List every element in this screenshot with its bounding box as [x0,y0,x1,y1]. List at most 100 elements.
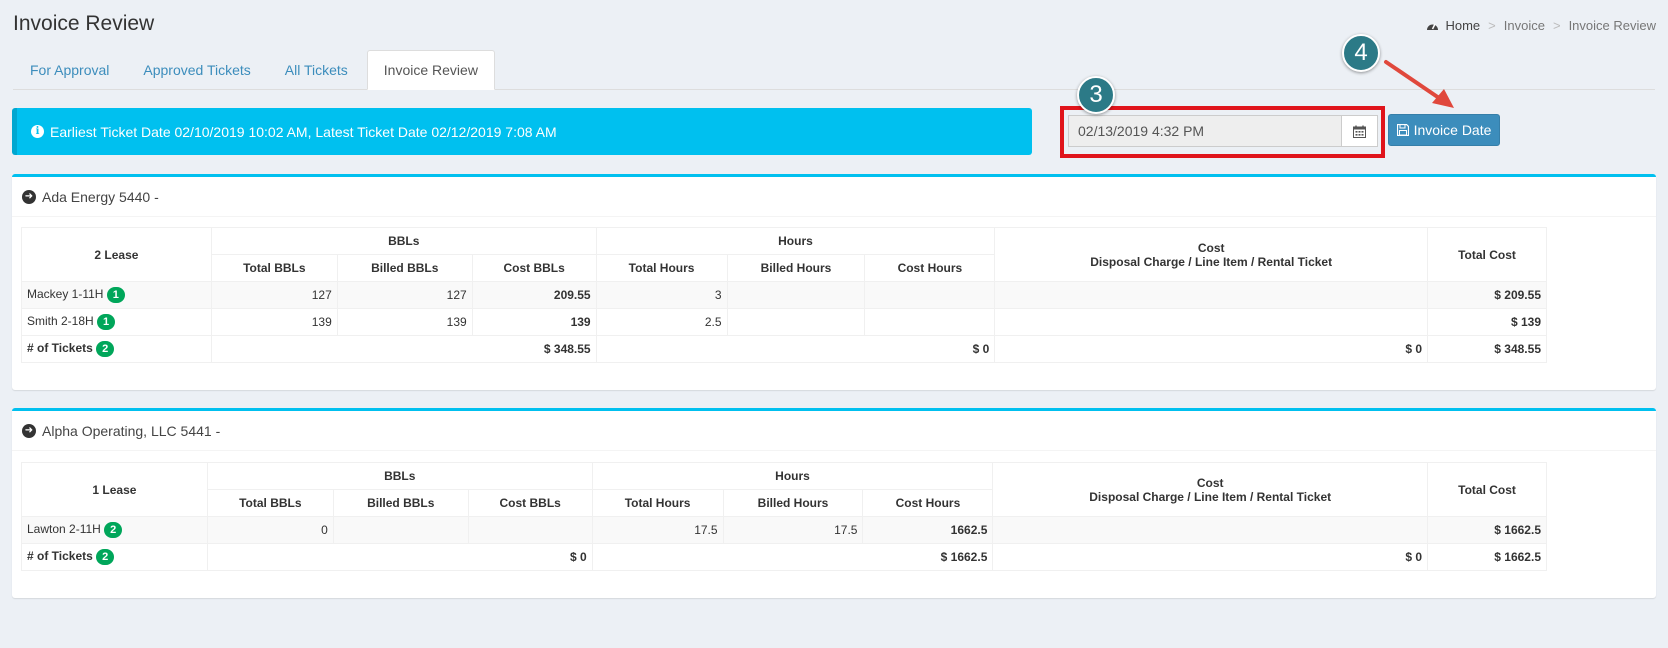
total-hours-cell: 2.5 [595,308,728,336]
lease-name[interactable]: Smith 2-18H [27,314,94,328]
hours-cost-total: $ 1662.5 [591,543,994,571]
billed-hours-header: Billed Hours [726,254,866,282]
total-hours-cell: 17.5 [591,516,724,544]
cost-total: $ 0 [994,335,1429,363]
calendar-icon [1353,125,1366,138]
tickets-total-label: # of Tickets [27,341,93,356]
breadcrumb-separator: > [1552,18,1561,33]
page-title: Invoice Review [13,12,155,35]
save-icon [1396,124,1409,136]
billed-bbls-header: Billed BBLs [336,254,473,282]
billed-bbls-cell: 139 [336,308,473,336]
cost-hours-header: Cost Hours [862,489,994,517]
tab-approved-tickets[interactable]: Approved Tickets [126,50,267,89]
lease-name[interactable]: Lawton 2-11H [27,522,101,536]
hours-group-header: Hours [595,227,996,255]
tickets-total-label: # of Tickets [27,549,93,564]
step-3-marker: 3 [1077,76,1115,114]
ticket-count-badge: 1 [106,287,125,303]
arrow-circle-right-icon: ➜ [22,423,36,438]
breadcrumb-home[interactable]: Home [1426,18,1480,33]
table-row: Mackey 1-11H 1 127 127 209.55 3 $ 209.55 [21,281,1547,309]
lease-count-header: 2 Lease [21,227,212,282]
billed-bbls-cell [332,516,469,544]
cost-hours-header: Cost Hours [864,254,996,282]
cost-header-subtitle: Disposal Charge / Line Item / Rental Tic… [1089,489,1332,504]
hours-cost-total: $ 0 [595,335,996,363]
invoice-date-picker [1068,115,1378,147]
cost-hours-cell [864,308,996,336]
breadcrumb-separator: > [1488,18,1496,33]
grand-total-cost: $ 348.55 [1427,335,1547,363]
invoice-date-button-label: Invoice Date [1413,122,1492,138]
tab-for-approval[interactable]: For Approval [13,50,126,89]
invoice-table: 2 Lease BBLs Hours Cost Disposal Charge … [21,227,1547,363]
company-panel-header[interactable]: ➜ Ada Energy 5440 - [12,177,1656,217]
total-bbls-header: Total BBLs [210,254,338,282]
breadcrumb-home-label: Home [1445,18,1481,33]
billed-bbls-header: Billed BBLs [332,489,469,517]
tickets-total-cell: # of Tickets 2 [21,335,212,363]
cost-bbls-header: Cost BBLs [467,489,593,517]
total-bbls-header: Total BBLs [206,489,334,517]
tickets-total-cell: # of Tickets 2 [21,543,208,571]
billed-bbls-cell: 127 [336,281,473,309]
total-cost-header: Total Cost [1427,227,1547,282]
invoice-date-button[interactable]: Invoice Date [1388,114,1500,146]
billed-hours-cell [726,308,866,336]
cost-bbls-cell: 139 [471,308,597,336]
cost-header-subtitle: Disposal Charge / Line Item / Rental Tic… [1090,254,1333,269]
bbls-cost-total: $ 0 [206,543,593,571]
total-hours-header: Total Hours [591,489,724,517]
total-bbls-cell: 0 [206,516,334,544]
ticket-count-badge: 2 [96,341,115,357]
step-4-marker: 4 [1342,34,1380,72]
info-icon: i [31,125,44,138]
total-cost-cell: $ 139 [1427,308,1547,336]
dashboard-icon [1427,23,1439,30]
company-panel-header[interactable]: ➜ Alpha Operating, LLC 5441 - [12,411,1656,451]
total-cost-cell: $ 1662.5 [1427,516,1547,544]
invoice-date-input[interactable] [1069,116,1341,146]
total-bbls-cell: 139 [210,308,338,336]
breadcrumb-item-invoice[interactable]: Invoice [1504,18,1545,33]
tab-all-tickets[interactable]: All Tickets [268,50,365,89]
grand-total-cost: $ 1662.5 [1427,543,1547,571]
lease-name[interactable]: Mackey 1-11H [27,287,103,301]
cost-header-title: Cost [1197,240,1225,255]
lease-count-header: 1 Lease [21,462,208,517]
total-hours-cell: 3 [595,281,728,309]
lease-cell: Smith 2-18H 1 [21,308,212,336]
cost-bbls-cell [467,516,593,544]
bbls-group-header: BBLs [210,227,597,255]
cost-cell [992,516,1429,544]
tab-invoice-review[interactable]: Invoice Review [366,50,495,90]
table-row: Smith 2-18H 1 139 139 139 2.5 $ 139 [21,308,1547,336]
breadcrumb: Home > Invoice > Invoice Review [1426,18,1656,33]
total-bbls-cell: 127 [210,281,338,309]
breadcrumb-item-invoice-review: Invoice Review [1568,18,1656,33]
ticket-count-badge: 1 [97,314,116,330]
ticket-count-badge: 2 [96,549,115,565]
cost-bbls-header: Cost BBLs [471,254,597,282]
bbls-cost-total: $ 348.55 [210,335,597,363]
invoice-table: 1 Lease BBLs Hours Cost Disposal Charge … [21,462,1547,571]
billed-hours-cell [726,281,866,309]
cost-hours-cell [864,281,996,309]
cost-header: Cost Disposal Charge / Line Item / Renta… [992,462,1429,517]
company-panel: ➜ Alpha Operating, LLC 5441 - 1 Lease BB… [12,408,1656,598]
arrow-circle-right-icon: ➜ [22,189,36,204]
total-cost-header: Total Cost [1427,462,1547,517]
pointer-arrow-icon [1384,60,1454,108]
lease-cell: Mackey 1-11H 1 [21,281,212,309]
billed-hours-cell: 17.5 [722,516,864,544]
cost-header-title: Cost [1196,475,1224,490]
hours-group-header: Hours [591,462,994,490]
calendar-button[interactable] [1341,116,1377,146]
cost-bbls-cell: 209.55 [471,281,597,309]
bbls-group-header: BBLs [206,462,593,490]
ticket-count-badge: 2 [104,522,123,538]
lease-cell: Lawton 2-11H 2 [21,516,208,544]
cost-hours-cell: 1662.5 [862,516,994,544]
cost-total: $ 0 [992,543,1429,571]
